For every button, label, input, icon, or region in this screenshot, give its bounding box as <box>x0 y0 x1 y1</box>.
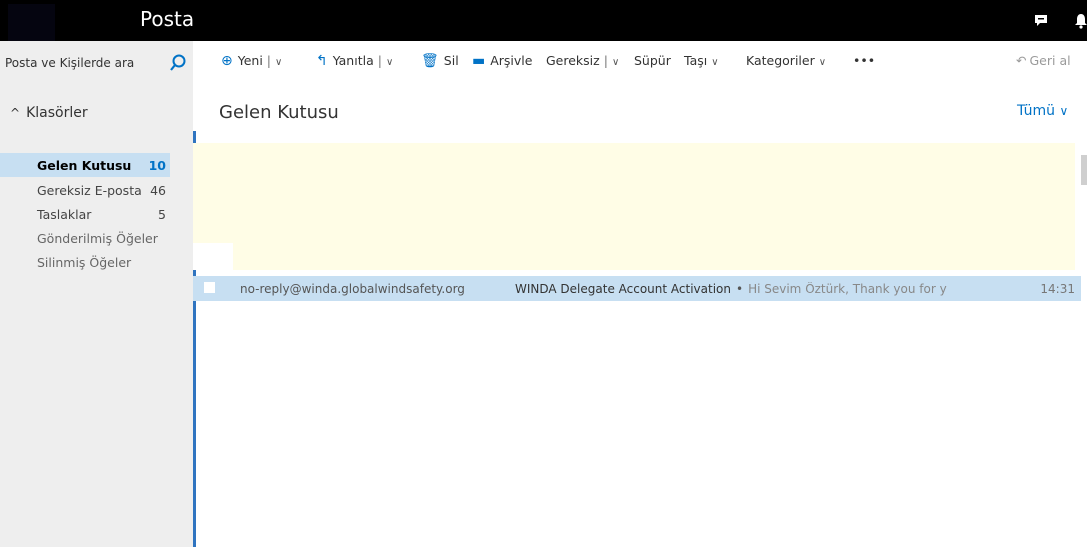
new-button[interactable]: ⊕ Yeni | ∨ <box>221 53 282 69</box>
message-time: 14:31 <box>1040 282 1075 296</box>
archive-button[interactable]: ▬ Arşivle <box>472 53 532 69</box>
reply-button[interactable]: ↰ Yanıtla | ∨ <box>316 53 393 69</box>
junk-label: Gereksiz <box>546 53 600 68</box>
sweep-label: Süpür <box>634 53 671 68</box>
folder-count: 10 <box>148 158 166 173</box>
move-label: Taşı <box>684 53 708 68</box>
message-checkbox[interactable] <box>204 282 215 293</box>
chevron-down-icon: ∨ <box>1059 104 1069 118</box>
list-title: Gelen Kutusu <box>219 102 339 123</box>
junk-button[interactable]: Gereksiz | ∨ <box>546 53 619 68</box>
folder-label: Gönderilmiş Öğeler <box>37 231 158 246</box>
folders-header[interactable]: ^ Klasörler <box>10 105 88 121</box>
plus-circle-icon: ⊕ <box>221 53 233 69</box>
filter-label: Tümü <box>1017 103 1056 119</box>
filter-dropdown[interactable]: Tümü ∨ <box>1017 103 1068 119</box>
categories-label: Kategoriler <box>746 53 815 68</box>
move-button[interactable]: Taşı ∨ <box>684 53 719 68</box>
top-bar: Posta <box>0 0 1087 41</box>
folder-inbox[interactable]: Gelen Kutusu 10 <box>0 153 170 177</box>
reply-arrow-icon: ↰ <box>316 53 328 69</box>
archive-box-icon: ▬ <box>472 53 486 69</box>
scrollbar[interactable] <box>1081 143 1087 185</box>
archive-label: Arşivle <box>490 53 533 68</box>
folder-deleted[interactable]: Silinmiş Öğeler <box>0 250 170 274</box>
folder-junk[interactable]: Gereksiz E-posta 46 <box>0 178 170 202</box>
message-preview: Hi Sevim Öztürk, Thank you for y <box>748 282 947 296</box>
folder-pane: Posta ve Kişilerde ara ^ Klasörler Gelen … <box>0 41 193 547</box>
reply-label: Yanıtla <box>332 53 374 68</box>
categories-button[interactable]: Kategoriler ∨ <box>746 53 826 68</box>
delete-button[interactable]: 🗑 Sil <box>421 53 459 69</box>
chevron-up-icon[interactable]: ^ <box>10 106 20 120</box>
ad-banner-gap <box>193 243 233 270</box>
message-row[interactable]: no-reply@winda.globalwindsafety.org WIND… <box>193 276 1081 301</box>
message-subject: WINDA Delegate Account Activation <box>515 282 731 296</box>
undo-icon: ↶ <box>1016 53 1027 68</box>
message-separator: • <box>736 282 744 296</box>
folder-label: Gelen Kutusu <box>37 158 132 173</box>
new-label: Yeni <box>237 53 263 68</box>
undo-label: Geri al <box>1029 53 1071 68</box>
ad-banner-lower[interactable] <box>233 243 1075 270</box>
trash-icon: 🗑 <box>421 53 439 69</box>
folder-label: Taslaklar <box>37 207 92 222</box>
command-bar: ⊕ Yeni | ∨ ↰ Yanıtla | ∨ 🗑 Sil ▬ Arşivle Gereksi… <box>193 41 1087 81</box>
delete-label: Sil <box>443 53 459 68</box>
undo-button[interactable]: ↶ Geri al <box>1016 53 1071 68</box>
chevron-down-icon[interactable]: ∨ <box>612 57 619 68</box>
message-list-header: Gelen Kutusu Tümü ∨ <box>193 81 1087 131</box>
search-box[interactable]: Posta ve Kişilerde ara <box>0 49 193 79</box>
chevron-down-icon: ∨ <box>711 57 719 68</box>
sweep-button[interactable]: Süpür <box>634 53 671 68</box>
app-title[interactable]: Posta <box>140 7 194 31</box>
folders-header-label: Klasörler <box>26 105 88 121</box>
folder-count: 46 <box>150 183 166 198</box>
search-input[interactable]: Posta ve Kişilerde ara <box>5 56 134 70</box>
message-sender: no-reply@winda.globalwindsafety.org <box>240 282 465 296</box>
ad-banner[interactable] <box>193 143 1075 243</box>
scrollbar-thumb[interactable] <box>1081 155 1087 185</box>
app-launcher-button[interactable] <box>8 4 55 41</box>
folder-label: Gereksiz E-posta <box>37 183 142 198</box>
search-icon[interactable] <box>168 53 188 73</box>
chevron-down-icon: ∨ <box>818 57 827 68</box>
bell-icon[interactable] <box>1066 0 1087 41</box>
message-subject-line: WINDA Delegate Account Activation • Hi Sev… <box>515 282 947 296</box>
chevron-down-icon[interactable]: ∨ <box>275 57 282 68</box>
chevron-down-icon[interactable]: ∨ <box>386 57 393 68</box>
folder-drafts[interactable]: Taslaklar 5 <box>0 202 170 226</box>
folder-count: 5 <box>158 207 166 222</box>
folder-sent[interactable]: Gönderilmiş Öğeler <box>0 226 170 250</box>
more-options-button[interactable]: ••• <box>853 53 875 68</box>
feedback-icon[interactable] <box>1026 0 1056 41</box>
folder-label: Silinmiş Öğeler <box>37 255 132 270</box>
